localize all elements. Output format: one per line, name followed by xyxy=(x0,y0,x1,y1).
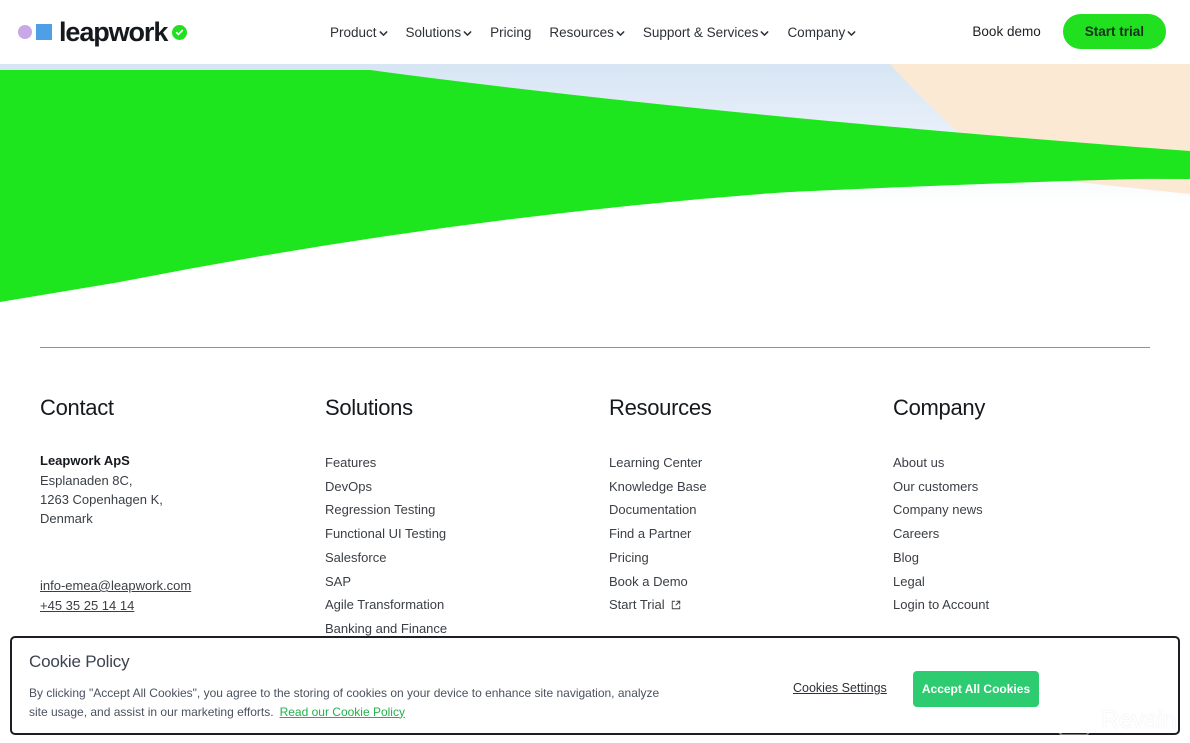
footer-heading-solutions: Solutions xyxy=(325,395,413,420)
header-actions: Book demo Start trial xyxy=(972,14,1166,49)
company-name: Leapwork ApS xyxy=(40,453,130,468)
email-link[interactable]: info-emea@leapwork.com xyxy=(40,576,310,596)
book-demo-link[interactable]: Book demo xyxy=(972,24,1040,39)
chevron-down-icon xyxy=(463,29,472,38)
footer-link-learning-center[interactable]: Learning Center xyxy=(609,451,879,475)
footer-link-start-trial[interactable]: Start Trial xyxy=(609,593,879,617)
footer-link-company-news[interactable]: Company news xyxy=(893,498,1153,522)
footer-link-sap[interactable]: SAP xyxy=(325,570,595,594)
chevron-down-icon xyxy=(847,29,856,38)
external-link-icon xyxy=(671,600,681,610)
footer-link-regression-testing[interactable]: Regression Testing xyxy=(325,498,595,522)
cookie-banner-body: By clicking "Accept All Cookies", you ag… xyxy=(29,684,669,721)
cookie-policy-link[interactable]: Read our Cookie Policy xyxy=(280,705,405,719)
start-trial-button[interactable]: Start trial xyxy=(1062,14,1166,49)
footer-link-documentation[interactable]: Documentation xyxy=(609,498,879,522)
logo-wordmark: leapwork xyxy=(59,17,168,47)
footer-link-about-us[interactable]: About us xyxy=(893,451,1153,475)
footer-link-salesforce[interactable]: Salesforce xyxy=(325,546,595,570)
chevron-down-icon xyxy=(760,29,769,38)
footer-column-contact: Contact Leapwork ApS Esplanaden 8C, 1263… xyxy=(40,395,310,616)
footer-link-agile-transformation[interactable]: Agile Transformation xyxy=(325,593,595,617)
phone-link[interactable]: +45 35 25 14 14 xyxy=(40,596,310,616)
nav-label: Resources xyxy=(549,25,614,40)
footer-column-solutions: Solutions Features DevOps Regression Tes… xyxy=(325,395,595,641)
nav-item-pricing[interactable]: Pricing xyxy=(490,25,531,40)
logo-circle-icon xyxy=(18,25,32,39)
hero-banner-graphic xyxy=(0,64,1190,309)
footer-heading-company: Company xyxy=(893,395,986,420)
nav-label: Company xyxy=(787,25,846,40)
logo-check-icon xyxy=(172,24,188,40)
chevron-down-icon xyxy=(379,29,388,38)
contact-links: info-emea@leapwork.com +45 35 25 14 14 xyxy=(40,576,310,616)
footer-column-company: Company About us Our customers Company n… xyxy=(893,395,1153,617)
address-line-1: Esplanaden 8C, xyxy=(40,473,133,488)
nav-item-product[interactable]: Product xyxy=(330,25,388,40)
footer-divider xyxy=(40,347,1150,348)
footer-link-blog[interactable]: Blog xyxy=(893,546,1153,570)
footer-link-start-trial-label: Start Trial xyxy=(609,597,665,613)
footer-link-knowledge-base[interactable]: Knowledge Base xyxy=(609,475,879,499)
nav-item-support-services[interactable]: Support & Services xyxy=(643,25,770,40)
address-line-2: 1263 Copenhagen K, xyxy=(40,492,163,507)
nav-item-company[interactable]: Company xyxy=(787,25,856,40)
site-header: leapwork Product Solutions Pricing Resou… xyxy=(0,0,1190,64)
nav-label: Support & Services xyxy=(642,25,759,40)
footer-link-find-a-partner[interactable]: Find a Partner xyxy=(609,522,879,546)
footer-link-pricing[interactable]: Pricing xyxy=(609,546,879,570)
nav-label: Product xyxy=(330,25,377,40)
footer-link-legal[interactable]: Legal xyxy=(893,570,1153,594)
revain-watermark-text: Revain xyxy=(1101,705,1176,734)
nav-label: Solutions xyxy=(405,25,462,40)
cookie-banner-title: Cookie Policy xyxy=(29,652,130,671)
footer-link-devops[interactable]: DevOps xyxy=(325,475,595,499)
nav-item-solutions[interactable]: Solutions xyxy=(406,25,473,40)
nav-label: Pricing xyxy=(490,25,532,40)
cookies-settings-link[interactable]: Cookies Settings xyxy=(793,681,887,695)
page-root: leapwork Product Solutions Pricing Resou… xyxy=(0,0,1190,743)
chevron-down-icon xyxy=(616,29,625,38)
footer-heading-resources: Resources xyxy=(609,395,712,420)
address-line-3: Denmark xyxy=(40,511,93,526)
accept-all-cookies-button[interactable]: Accept All Cookies xyxy=(913,671,1039,707)
hero-shapes xyxy=(0,64,1190,302)
revain-logo-icon xyxy=(1057,703,1091,737)
nav-item-resources[interactable]: Resources xyxy=(549,25,625,40)
logo-square-icon xyxy=(36,24,52,40)
leapwork-logo[interactable]: leapwork xyxy=(18,17,188,47)
footer-column-resources: Resources Learning Center Knowledge Base… xyxy=(609,395,879,617)
footer-link-login-to-account[interactable]: Login to Account xyxy=(893,593,1153,617)
footer-link-book-a-demo[interactable]: Book a Demo xyxy=(609,570,879,594)
revain-watermark: Revain xyxy=(1057,703,1176,737)
footer-link-functional-ui-testing[interactable]: Functional UI Testing xyxy=(325,522,595,546)
footer-link-features[interactable]: Features xyxy=(325,451,595,475)
footer-heading-contact: Contact xyxy=(40,395,114,420)
main-navigation: Product Solutions Pricing Resources Supp… xyxy=(330,25,856,40)
footer-link-careers[interactable]: Careers xyxy=(893,522,1153,546)
footer-link-our-customers[interactable]: Our customers xyxy=(893,475,1153,499)
